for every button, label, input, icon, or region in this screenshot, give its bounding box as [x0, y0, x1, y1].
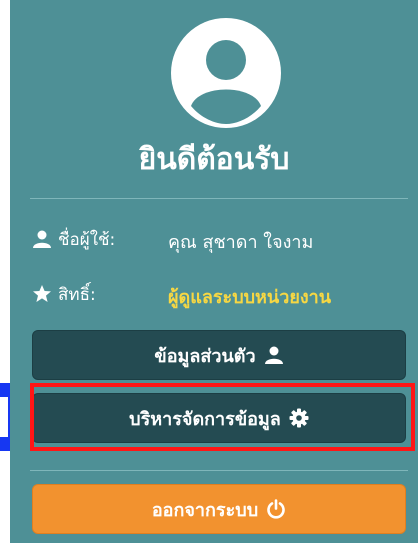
user-rights-row: สิทธิ์:: [32, 280, 96, 308]
user-icon: [264, 346, 283, 364]
user-icon: [33, 230, 51, 248]
user-name-value: คุณ สุชาดา ใจงาม: [168, 232, 314, 253]
user-name-label: ชื่อผู้ใช้:: [58, 229, 116, 250]
logout-label: ออกจากระบบ: [151, 499, 259, 521]
personal-info-button[interactable]: ข้อมูลส่วนตัว: [32, 330, 406, 380]
divider: [30, 198, 408, 199]
divider: [30, 470, 408, 471]
highlight-box: [30, 383, 415, 451]
user-name-row: ชื่อผู้ใช้:: [32, 225, 115, 253]
side-marker-notch: [0, 397, 8, 437]
user-avatar-icon: [171, 18, 281, 128]
welcome-heading: ยินดีต้อนรับ: [138, 142, 290, 177]
logout-button[interactable]: ออกจากระบบ: [32, 484, 406, 534]
user-rights-label: สิทธิ์:: [58, 284, 96, 305]
user-panel: ยินดีต้อนรับ ชื่อผู้ใช้: คุณ สุชาดา ใจงา…: [10, 0, 418, 543]
user-rights-value: ผู้ดูแลระบบหน่วยงาน: [168, 287, 332, 308]
power-icon: [267, 499, 285, 519]
personal-info-label: ข้อมูลส่วนตัว: [154, 345, 256, 367]
star-icon: [33, 285, 51, 302]
